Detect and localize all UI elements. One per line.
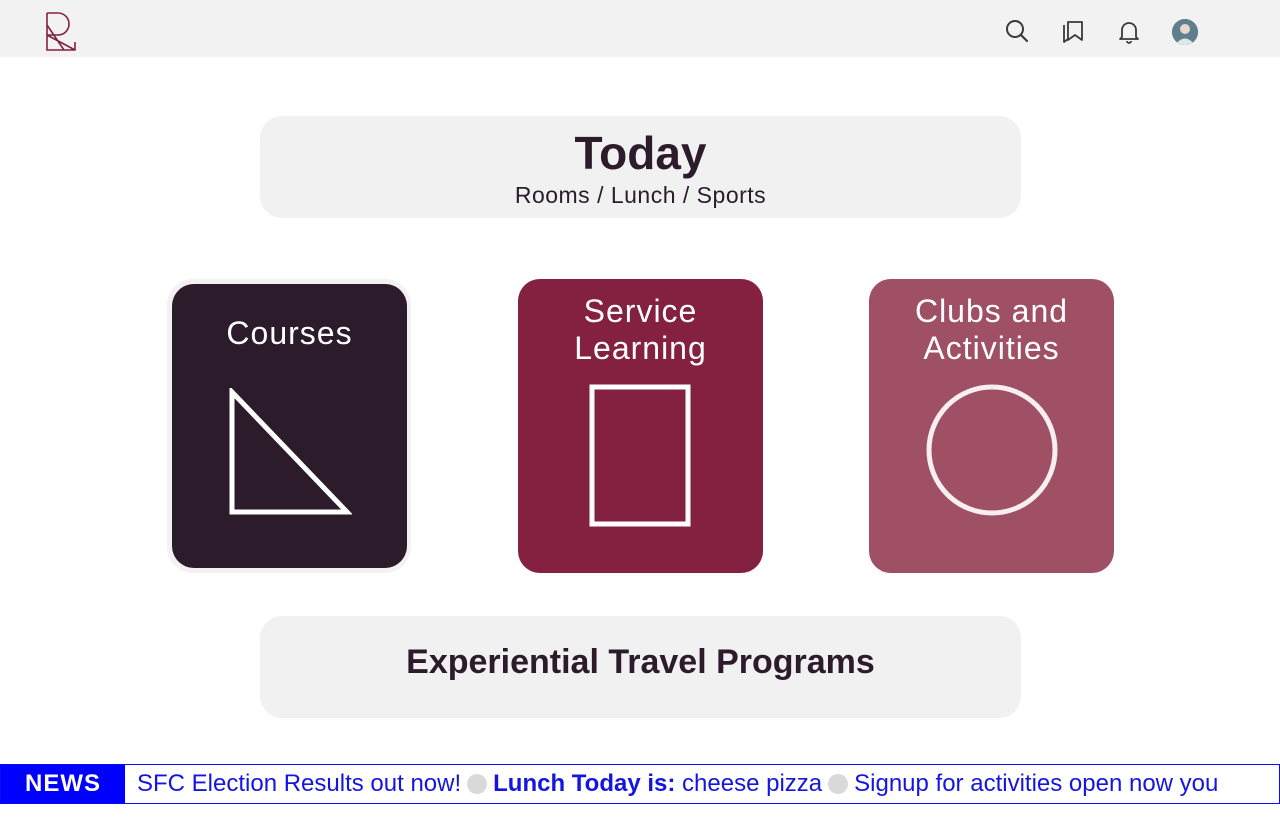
ticker-separator-dot: [828, 774, 849, 794]
experiential-travel-panel[interactable]: Experiential Travel Programs: [260, 616, 1021, 718]
clubs-activities-label-line2: Activities: [923, 330, 1060, 366]
today-subtitle: Rooms / Lunch / Sports: [514, 182, 767, 208]
news-item[interactable]: SFC Election Results out now!: [137, 770, 461, 797]
triangle-icon: [229, 388, 352, 515]
today-title: Today: [574, 127, 707, 179]
logo-icon[interactable]: [44, 11, 78, 53]
news-ticker-text: SFC Election Results out now! Lunch Today…: [137, 765, 1218, 803]
news-label: NEWS: [1, 765, 125, 803]
news-ticker: NEWS SFC Election Results out now! Lunch …: [0, 764, 1280, 804]
clubs-activities-label-line1: Clubs and: [914, 293, 1069, 329]
bell-icon[interactable]: [1116, 18, 1142, 44]
rectangle-icon: [589, 384, 691, 527]
courses-card-label: Courses: [226, 315, 353, 351]
service-learning-label-line1: Service: [583, 293, 698, 329]
news-item[interactable]: Signup for activities open now you: [854, 770, 1218, 797]
search-icon[interactable]: [1004, 18, 1030, 44]
service-learning-card[interactable]: Service Learning: [518, 279, 763, 573]
user-avatar[interactable]: [1172, 19, 1198, 45]
courses-card[interactable]: Courses: [172, 284, 407, 568]
today-panel[interactable]: Today Rooms / Lunch / Sports: [260, 116, 1021, 218]
top-bar: [0, 0, 1280, 57]
travel-title: Experiential Travel Programs: [406, 643, 875, 681]
service-learning-label-line2: Learning: [574, 330, 707, 366]
circle-icon: [926, 384, 1058, 516]
ticker-separator-dot: [467, 774, 488, 794]
avatar-image: [1172, 19, 1198, 45]
bookmarks-icon[interactable]: [1060, 18, 1086, 44]
news-item[interactable]: cheese pizza: [675, 770, 822, 797]
clubs-activities-card[interactable]: Clubs and Activities: [869, 279, 1114, 573]
news-item-label: Lunch Today is:: [493, 770, 676, 797]
